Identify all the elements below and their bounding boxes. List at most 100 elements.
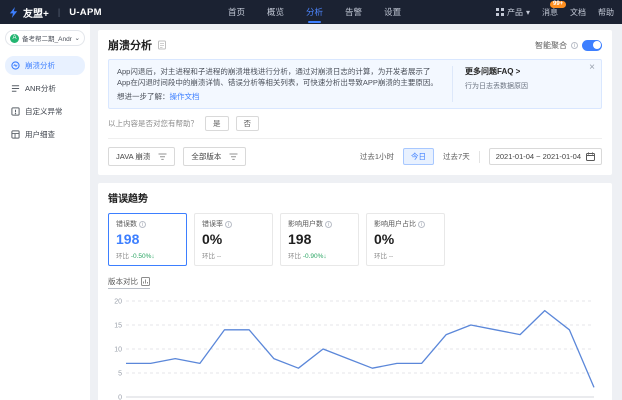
- calendar-icon: [586, 152, 595, 161]
- crash-type-dropdown[interactable]: JAVA 崩溃: [108, 147, 175, 166]
- close-icon[interactable]: ×: [589, 63, 595, 73]
- banner-doc-link[interactable]: 操作文档: [170, 92, 200, 101]
- stat-label: 影响用户占比: [374, 219, 416, 229]
- sidebar-item-label: 自定义异常: [25, 106, 63, 117]
- help-label: 帮助: [598, 7, 614, 18]
- product-name: U-APM: [69, 7, 102, 18]
- banner-faq-block: 更多问题FAQ > 行为日志丢数据原因: [453, 66, 593, 102]
- brand-name: 友盟+: [23, 5, 49, 20]
- filter-funnel-icon: [158, 153, 167, 161]
- info-icon: i: [325, 221, 332, 228]
- svg-text:5: 5: [118, 371, 122, 378]
- banner-more-label: 想进一步了解：: [117, 92, 170, 101]
- info-icon: i: [418, 221, 425, 228]
- compare-value: -0.50%: [131, 253, 152, 260]
- docs-menu[interactable]: 文档: [570, 7, 586, 18]
- compare-value: --: [217, 253, 221, 260]
- compare-value: --: [389, 253, 393, 260]
- compare-label: 环比: [116, 253, 129, 260]
- filter-bar: JAVA 崩溃 全部版本 过去1小时 今日 过去7天: [108, 147, 602, 168]
- date-range-picker[interactable]: 2021-01-04 ~ 2021-01-04: [489, 148, 602, 165]
- brand-divider: |: [58, 7, 60, 17]
- info-icon: i: [225, 221, 232, 228]
- stat-value: 0%: [374, 231, 437, 247]
- divider: [479, 151, 480, 163]
- faq-title-link[interactable]: 更多问题FAQ >: [465, 66, 593, 77]
- nav-item-overview[interactable]: 概览: [267, 0, 284, 24]
- stats-row: 错误数i 198 环比 -0.50%↓ 错误率i 0% 环比 -- 影响用户数i…: [108, 213, 602, 266]
- faq-item-link[interactable]: 行为日志丢数据原因: [465, 81, 593, 91]
- page-title: 崩溃分析: [108, 37, 152, 53]
- date-range-value: 2021-01-04 ~ 2021-01-04: [496, 152, 581, 161]
- app-selector-value: 备考帮二期_Andr...: [22, 33, 72, 43]
- stat-label: 影响用户数: [288, 219, 323, 229]
- info-icon: i: [139, 221, 146, 228]
- brand[interactable]: 友盟+ | U-APM: [8, 5, 102, 20]
- info-icon: i: [571, 42, 578, 49]
- app-android-icon: A: [10, 34, 19, 43]
- smart-aggregate-label: 智能聚合: [535, 40, 567, 51]
- nav-item-analysis[interactable]: 分析: [306, 0, 323, 24]
- sidebar-item-crash-analysis[interactable]: 崩溃分析: [5, 56, 85, 75]
- range-last-hour-button[interactable]: 过去1小时: [360, 151, 394, 162]
- stat-value: 198: [116, 231, 179, 247]
- stat-card-error-count[interactable]: 错误数i 198 环比 -0.50%↓: [108, 213, 187, 266]
- products-label: 产品: [507, 7, 523, 18]
- umeng-logo-icon: [8, 7, 19, 18]
- svg-text:10: 10: [114, 347, 122, 354]
- sidebar-item-label: 用户细查: [25, 129, 55, 140]
- version-compare-label: 版本对比: [108, 276, 138, 287]
- smart-aggregate-toggle[interactable]: [582, 40, 602, 51]
- arrow-down-icon: ↓: [151, 253, 154, 260]
- feedback-question: 以上内容是否对您有帮助？: [108, 118, 198, 129]
- compare-value: -0.90%: [303, 253, 324, 260]
- error-trend-line-chart[interactable]: 0510152000:0001:0002:0003:0004:0005:0006…: [108, 293, 600, 400]
- nav-item-alert[interactable]: 告警: [345, 0, 362, 24]
- chart-switch-icon: [141, 277, 150, 286]
- crash-icon: [11, 61, 20, 70]
- sidebar-menu: 崩溃分析 ANR分析 自定义异常 用户细查: [5, 56, 85, 144]
- app-selector[interactable]: A 备考帮二期_Andr... ⌄: [5, 30, 85, 46]
- version-value: 全部版本: [191, 151, 221, 162]
- sidebar-item-label: ANR分析: [25, 83, 56, 94]
- stat-value: 0%: [202, 231, 265, 247]
- feedback-no-button[interactable]: 否: [236, 116, 260, 131]
- range-7days-button[interactable]: 过去7天: [443, 151, 470, 162]
- anr-list-icon: [11, 84, 20, 93]
- stat-card-affected-ratio[interactable]: 影响用户占比i 0% 环比 --: [366, 213, 445, 266]
- sidebar-item-anr-analysis[interactable]: ANR分析: [5, 79, 85, 98]
- banner-text-block: App闪退后，对主进程和子进程的崩溃堆栈进行分析，通过对崩溃日志的计算，为开发者…: [117, 66, 453, 102]
- products-menu[interactable]: 产品 ▾: [496, 7, 530, 18]
- stat-card-affected-users[interactable]: 影响用户数i 198 环比 -0.90%↓: [280, 213, 359, 266]
- error-trend-card: 错误趋势 错误数i 198 环比 -0.50%↓ 错误率i 0% 环比 -- 影…: [98, 183, 612, 400]
- help-menu[interactable]: 帮助: [598, 7, 614, 18]
- custom-exception-icon: [11, 107, 20, 116]
- range-today-button[interactable]: 今日: [403, 148, 434, 165]
- svg-text:20: 20: [114, 299, 122, 306]
- intro-banner: App闪退后，对主进程和子进程的崩溃堆栈进行分析，通过对崩溃日志的计算，为开发者…: [108, 59, 602, 109]
- feedback-yes-button[interactable]: 是: [205, 116, 229, 131]
- version-dropdown[interactable]: 全部版本: [183, 147, 246, 166]
- nav-menu: 首页 概览 分析 告警 设置: [228, 0, 401, 24]
- top-navbar: 友盟+ | U-APM 首页 概览 分析 告警 设置 产品 ▾ 消息 99+ 文…: [0, 0, 622, 24]
- version-compare-button[interactable]: 版本对比: [108, 276, 150, 289]
- svg-text:15: 15: [114, 323, 122, 330]
- sidebar-item-custom-exception[interactable]: 自定义异常: [5, 102, 85, 121]
- filter-funnel-icon: [229, 153, 238, 161]
- banner-description: App闪退后，对主进程和子进程的崩溃堆栈进行分析，通过对崩溃日志的计算，为开发者…: [117, 66, 442, 88]
- sidebar: A 备考帮二期_Andr... ⌄ 崩溃分析 ANR分析: [0, 24, 90, 400]
- arrow-down-icon: ↓: [323, 253, 326, 260]
- guide-doc-icon[interactable]: [157, 40, 167, 50]
- chevron-down-icon: ⌄: [75, 34, 80, 42]
- messages-menu[interactable]: 消息 99+: [542, 7, 558, 18]
- nav-right: 产品 ▾ 消息 99+ 文档 帮助: [496, 7, 614, 18]
- caret-down-icon: ▾: [526, 8, 530, 17]
- nav-item-home[interactable]: 首页: [228, 0, 245, 24]
- sidebar-item-label: 崩溃分析: [25, 60, 55, 71]
- user-insight-icon: [11, 130, 20, 139]
- sidebar-item-user-insight[interactable]: 用户细查: [5, 125, 85, 144]
- crash-type-value: JAVA 崩溃: [116, 151, 150, 162]
- stat-card-error-rate[interactable]: 错误率i 0% 环比 --: [194, 213, 273, 266]
- stat-label: 错误率: [202, 219, 223, 229]
- nav-item-settings[interactable]: 设置: [384, 0, 401, 24]
